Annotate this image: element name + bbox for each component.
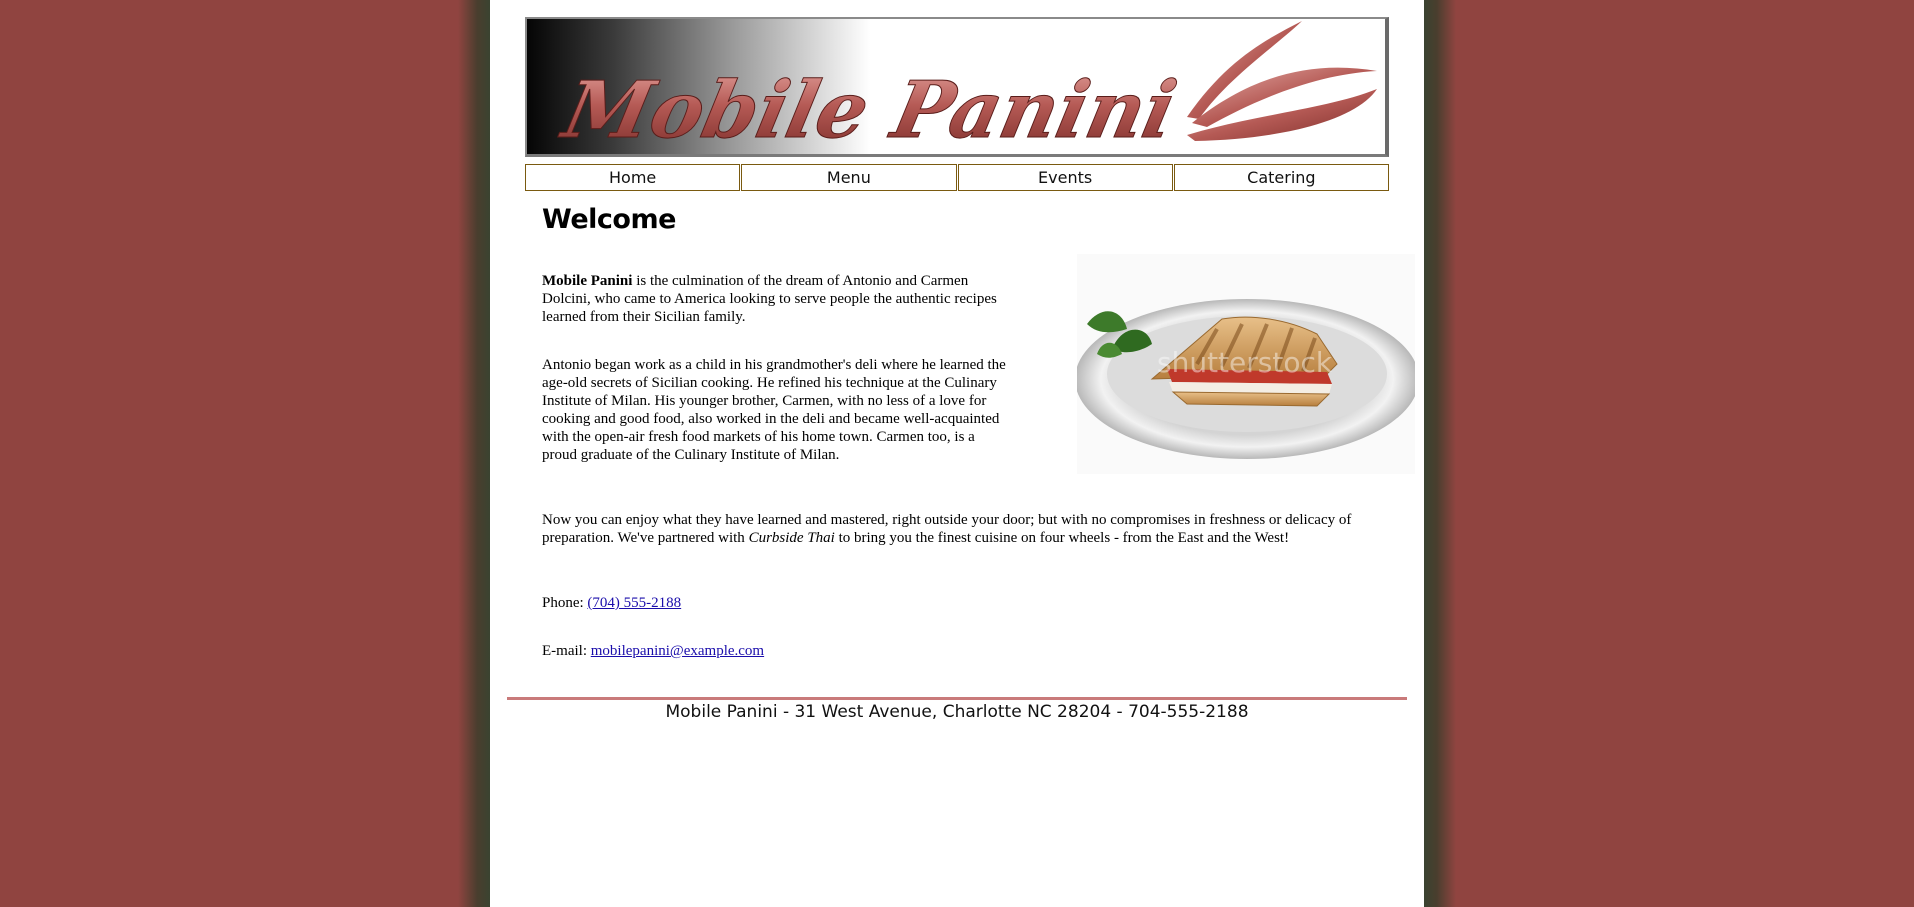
page-title: Welcome (542, 204, 676, 235)
nav-menu[interactable]: Menu (741, 164, 957, 191)
nav-catering[interactable]: Catering (1173, 164, 1389, 191)
footer-address: Mobile Panini - 31 West Avenue, Charlott… (665, 702, 1249, 722)
site-banner: Mobile Panini (525, 17, 1389, 157)
partner-name: Curbside Thai (748, 530, 835, 546)
intro-paragraph: Mobile Panini is the culmination of the … (542, 272, 1012, 326)
phone-line: Phone: (704) 555-2188 (542, 594, 681, 612)
logo-text: Mobile Panini (553, 64, 1184, 155)
email-link[interactable]: mobilepanini@example.com (591, 643, 764, 659)
nav-events[interactable]: Events (957, 164, 1173, 191)
watermark-text: shutterstock (1157, 346, 1333, 379)
page-container: Mobile Panini Home Menu Events Catering … (490, 0, 1424, 907)
email-line: E-mail: mobilepanini@example.com (542, 642, 764, 660)
main-nav: Home Menu Events Catering (525, 164, 1389, 191)
banner-logo: Mobile Panini (552, 21, 1377, 155)
phone-label: Phone: (542, 595, 588, 611)
footer-divider (507, 697, 1407, 700)
left-shadow (458, 0, 490, 907)
phone-link[interactable]: (704) 555-2188 (587, 595, 681, 611)
nav-home[interactable]: Home (525, 164, 741, 191)
email-label: E-mail: (542, 643, 591, 659)
partnership-paragraph: Now you can enjoy what they have learned… (542, 511, 1362, 547)
brand-name: Mobile Panini (542, 273, 633, 289)
history-paragraph: Antonio began work as a child in his gra… (542, 357, 1006, 463)
partnership-text-b: to bring you the finest cuisine on four … (834, 530, 1290, 546)
panini-photo: shutterstock (1077, 254, 1415, 474)
right-shadow (1424, 0, 1456, 907)
main-content: Welcome Mobile Panini is the culmination… (542, 200, 1415, 659)
